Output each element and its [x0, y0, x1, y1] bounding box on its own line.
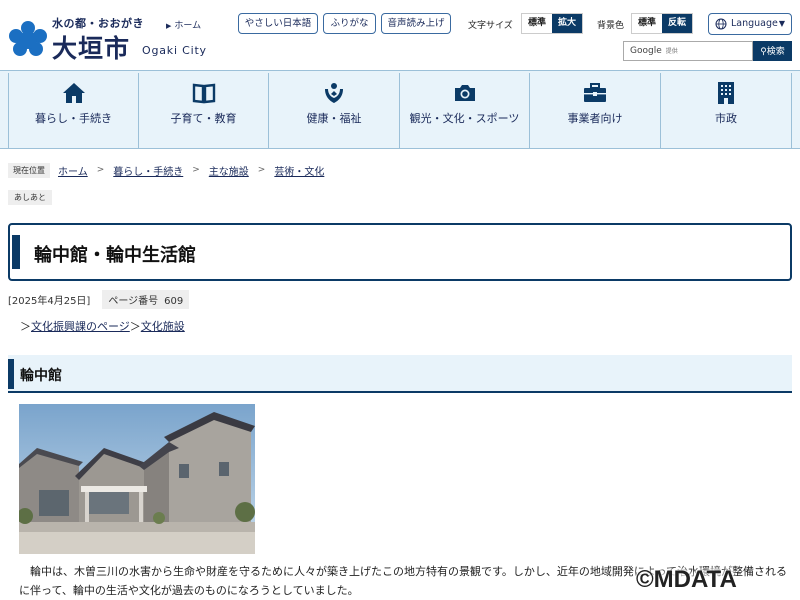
furigana-button[interactable]: ふりがな: [323, 13, 376, 34]
page-number: 609: [164, 296, 184, 307]
watermark: ©MDATA: [636, 566, 737, 593]
nav-item-health[interactable]: 健康・福祉: [269, 73, 400, 148]
page-meta: [2025年4月25日] ページ番号 609: [8, 290, 190, 309]
font-large-button[interactable]: 拡大: [552, 14, 582, 33]
nav-label: 子育て・教育: [170, 112, 237, 125]
search-icon: ⚲: [760, 46, 767, 56]
building-photo-image: [19, 404, 255, 554]
nav-item-tourism[interactable]: 観光・文化・スポーツ: [400, 73, 530, 148]
breadcrumb-link-home[interactable]: ホーム: [58, 163, 88, 178]
page-number-label: ページ番号: [108, 296, 159, 307]
language-label: Language: [731, 18, 778, 29]
briefcase-icon: [584, 83, 606, 102]
related-links: ＞文化振興課のページ＞文化施設: [20, 318, 185, 334]
book-icon: [192, 83, 215, 104]
city-name-en: Ogaki City: [142, 44, 207, 57]
related-prefix: ＞: [20, 320, 31, 333]
section-heading: 輪中館: [20, 368, 62, 384]
breadcrumb-link-living[interactable]: 暮らし・手続き: [113, 163, 183, 178]
nav-item-living[interactable]: 暮らし・手続き: [8, 73, 139, 148]
nav-item-city-admin[interactable]: 市政: [661, 73, 792, 148]
global-nav: 暮らし・手続き 子育て・教育 健康・福祉 観光・文化・スポーツ 事業者向け 市政: [0, 70, 800, 149]
page-number-badge: ページ番号 609: [102, 290, 190, 309]
nav-label: 観光・文化・スポーツ: [409, 112, 520, 125]
bg-standard-button[interactable]: 標準: [632, 14, 662, 33]
site-header: 水の都・おおがき 大垣市 Ogaki City ▶ ホーム やさしい日本語 ふりが…: [0, 0, 800, 70]
nav-item-business[interactable]: 事業者向け: [530, 73, 661, 148]
header-home-link[interactable]: ▶ ホーム: [166, 18, 201, 31]
section-accent-bar: [8, 359, 14, 389]
breadcrumb-separator: >: [192, 165, 200, 175]
language-select[interactable]: Language ▼: [708, 13, 792, 35]
nav-label: 暮らし・手続き: [35, 112, 112, 125]
font-standard-button[interactable]: 標準: [522, 14, 552, 33]
care-hands-icon: [325, 83, 343, 103]
search-brand-sub: 提供: [665, 48, 678, 55]
related-link-culture-dept[interactable]: 文化振興課のページ: [31, 320, 130, 333]
bg-invert-button[interactable]: 反転: [662, 14, 692, 33]
breadcrumb: 現在位置 ホーム > 暮らし・手続き > 主な施設 > 芸術・文化: [8, 162, 324, 178]
nav-label: 事業者向け: [567, 112, 623, 125]
globe-icon: [715, 18, 727, 30]
building-photo: [19, 404, 255, 554]
easy-japanese-button[interactable]: やさしい日本語: [238, 13, 318, 34]
read-aloud-button[interactable]: 音声読み上げ: [381, 13, 451, 34]
breadcrumb-separator: >: [96, 165, 105, 175]
breadcrumb-link-facilities[interactable]: 主な施設: [209, 163, 249, 178]
related-link-culture-facilities[interactable]: 文化施設: [141, 320, 185, 333]
search-button-label: 検索: [766, 46, 785, 56]
triangle-right-icon: ▶: [166, 22, 172, 30]
font-size-toggle: 標準 拡大: [521, 13, 583, 34]
page-title: 輪中館・輪中生活館: [34, 245, 196, 266]
nav-item-education[interactable]: 子育て・教育: [139, 73, 269, 148]
page-title-box: 輪中館・輪中生活館: [8, 223, 792, 281]
house-icon: [62, 83, 85, 103]
title-accent-bar: [12, 235, 20, 269]
breadcrumb-separator: >: [257, 165, 266, 175]
update-date: [2025年4月25日]: [8, 296, 91, 307]
building-icon: [718, 82, 734, 104]
related-prefix: ＞: [129, 320, 141, 333]
font-size-label: 文字サイズ: [468, 21, 513, 31]
bg-color-label: 背景色: [597, 21, 625, 31]
bg-color-toggle: 標準 反転: [631, 13, 693, 34]
search-input[interactable]: Google 提供: [623, 41, 753, 61]
chevron-down-icon: ▼: [778, 19, 785, 28]
camera-icon: [454, 85, 475, 101]
breadcrumb-link-arts[interactable]: 芸術・文化: [274, 163, 324, 178]
city-emblem-icon: [9, 21, 47, 56]
city-name: 大垣市: [52, 34, 131, 63]
section-heading-box: 輪中館: [8, 355, 792, 393]
search-brand: Google: [630, 46, 662, 56]
nav-label: 健康・福祉: [306, 112, 362, 125]
home-link-label: ホーム: [174, 21, 202, 31]
nav-label: 市政: [715, 112, 737, 125]
footprint-tag: あしあと: [8, 190, 52, 205]
breadcrumb-here-label: 現在位置: [8, 162, 50, 178]
search-button[interactable]: ⚲検索: [753, 41, 792, 61]
